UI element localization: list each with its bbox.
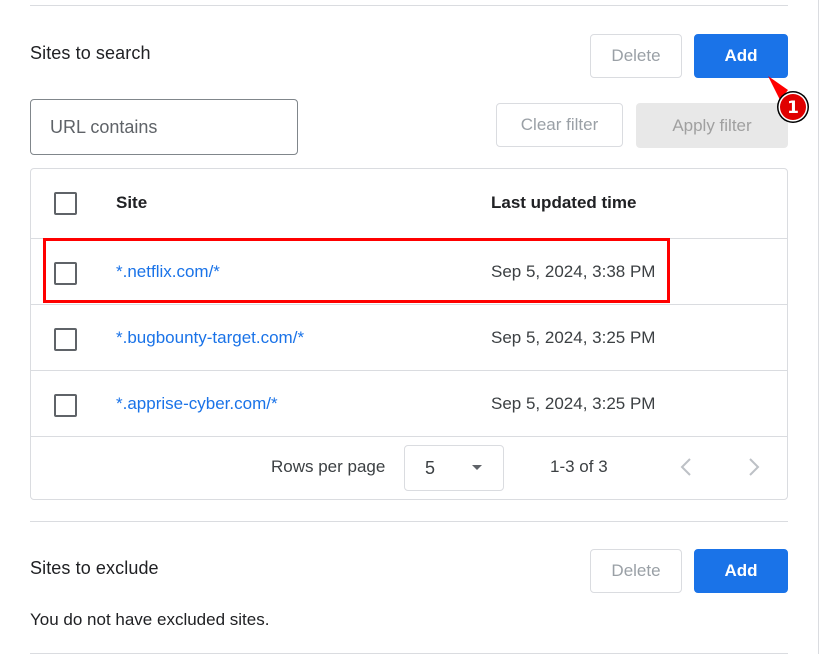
rows-per-page-label: Rows per page [271, 457, 386, 476]
chevron-right-icon[interactable] [741, 455, 765, 479]
sites-to-search-title: Sites to search [30, 43, 151, 63]
search-add-button[interactable]: Add [694, 34, 788, 78]
site-link[interactable]: *.apprise-cyber.com/* [116, 371, 278, 437]
annotation-number: 1 [787, 98, 799, 118]
row-checkbox[interactable] [54, 394, 77, 417]
annotation-pointer [768, 76, 788, 100]
table-header-row: Site Last updated time [31, 169, 787, 239]
last-updated-time: Sep 5, 2024, 3:25 PM [491, 328, 656, 347]
no-excluded-sites-text: You do not have excluded sites. [30, 610, 270, 629]
site-column-header[interactable]: Site [116, 169, 147, 237]
select-all-checkbox[interactable] [54, 192, 77, 215]
page-range-text: 1-3 of 3 [550, 457, 608, 476]
exclude-add-button[interactable]: Add [694, 549, 788, 593]
sites-table: Site Last updated time *.netflix.com/* S… [30, 168, 788, 500]
apply-filter-button[interactable]: Apply filter [636, 103, 788, 148]
last-updated-time: Sep 5, 2024, 3:25 PM [491, 394, 656, 413]
site-link[interactable]: *.netflix.com/* [116, 239, 220, 305]
search-delete-button[interactable]: Delete [590, 34, 682, 78]
row-checkbox[interactable] [54, 328, 77, 351]
row-checkbox[interactable] [54, 262, 77, 285]
site-link[interactable]: *.bugbounty-target.com/* [116, 305, 304, 371]
top-divider [30, 5, 788, 6]
section-divider [30, 521, 788, 522]
table-row[interactable]: *.apprise-cyber.com/* Sep 5, 2024, 3:25 … [31, 371, 787, 437]
right-border [818, 0, 819, 654]
last-updated-column-header[interactable]: Last updated time [491, 169, 636, 237]
rows-per-page-value: 5 [425, 458, 436, 478]
sites-to-exclude-title: Sites to exclude [30, 558, 159, 578]
pagination-bar: Rows per page 5 1-3 of 3 [31, 435, 787, 499]
last-updated-time: Sep 5, 2024, 3:38 PM [491, 262, 656, 281]
table-row[interactable]: *.netflix.com/* Sep 5, 2024, 3:38 PM [31, 239, 787, 305]
table-row[interactable]: *.bugbounty-target.com/* Sep 5, 2024, 3:… [31, 305, 787, 371]
exclude-delete-button[interactable]: Delete [590, 549, 682, 593]
url-contains-input[interactable] [30, 99, 298, 155]
rows-per-page-select[interactable]: 5 [404, 445, 504, 491]
chevron-left-icon[interactable] [675, 455, 699, 479]
caret-down-icon [472, 465, 482, 470]
clear-filter-button[interactable]: Clear filter [496, 103, 623, 147]
